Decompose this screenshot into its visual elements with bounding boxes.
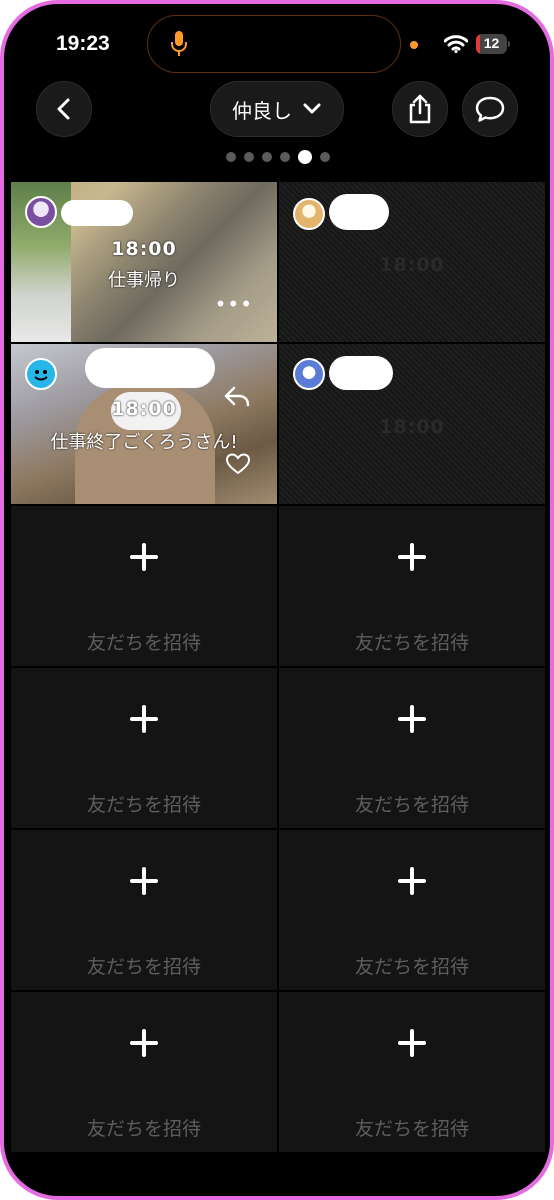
device-frame: 19:23 12 仲良し 18:00 仕事帰り ••• 18:00 18:00 …	[0, 0, 554, 1200]
invite-friend-button[interactable]: 友だちを招待	[11, 668, 277, 828]
share-button[interactable]	[392, 81, 448, 137]
invite-label: 友だちを招待	[86, 956, 201, 978]
post-caption: 仕事帰り	[108, 270, 180, 291]
invite-friend-button[interactable]: 友だちを招待	[11, 506, 277, 666]
page-dot[interactable]	[262, 152, 272, 162]
status-time: 19:23	[56, 32, 110, 55]
page-dot[interactable]	[244, 152, 254, 162]
invite-label: 友だちを招待	[86, 794, 201, 816]
invite-friend-button[interactable]: 友だちを招待	[279, 668, 545, 828]
share-icon	[409, 94, 431, 124]
redacted-username	[85, 348, 215, 388]
page-dot[interactable]	[280, 152, 290, 162]
plus-icon	[129, 542, 159, 572]
app-screen: 19:23 12 仲良し 18:00 仕事帰り ••• 18:00 18:00 …	[4, 4, 550, 1196]
post-grid: 18:00 仕事帰り ••• 18:00 18:00 仕事終了ごくろうさん! 1…	[11, 182, 545, 1152]
avatar[interactable]	[293, 198, 325, 230]
chat-button[interactable]	[462, 81, 518, 137]
invite-friend-button[interactable]: 友だちを招待	[279, 506, 545, 666]
back-button[interactable]	[36, 81, 92, 137]
post-card[interactable]: 18:00	[279, 182, 545, 342]
avatar[interactable]	[25, 196, 57, 228]
wifi-icon	[444, 35, 468, 53]
dynamic-island	[147, 15, 401, 73]
chat-bubble-icon	[475, 96, 505, 122]
plus-icon	[397, 866, 427, 896]
group-name: 仲良し	[232, 98, 292, 123]
page-dot-active[interactable]	[298, 150, 312, 164]
heart-icon[interactable]	[225, 452, 251, 476]
privacy-indicator-dot	[410, 41, 418, 49]
post-time: 18:00	[111, 238, 177, 260]
invite-friend-button[interactable]: 友だちを招待	[279, 992, 545, 1152]
redacted-username	[61, 200, 133, 226]
post-caption: 仕事終了ごくろうさん!	[50, 432, 238, 453]
post-time: 18:00	[379, 254, 445, 276]
invite-friend-button[interactable]: 友だちを招待	[11, 830, 277, 990]
chevron-down-icon	[303, 103, 321, 114]
plus-icon	[397, 542, 427, 572]
plus-icon	[397, 704, 427, 734]
invite-friend-button[interactable]: 友だちを招待	[11, 992, 277, 1152]
avatar-face-icon	[34, 370, 48, 381]
group-selector-button[interactable]: 仲良し	[210, 81, 344, 137]
redacted-username	[329, 194, 389, 230]
invite-friend-button[interactable]: 友だちを招待	[279, 830, 545, 990]
invite-label: 友だちを招待	[354, 956, 469, 978]
battery-icon: 12	[476, 34, 510, 54]
redacted-username	[329, 356, 393, 390]
microphone-icon	[171, 31, 187, 56]
invite-label: 友だちを招待	[86, 632, 201, 654]
battery-level: 12	[483, 35, 500, 51]
avatar[interactable]	[25, 358, 57, 390]
battery-cap	[508, 41, 510, 47]
post-card[interactable]: 18:00	[279, 344, 545, 504]
reply-icon[interactable]	[223, 384, 251, 410]
plus-icon	[129, 704, 159, 734]
page-dot[interactable]	[226, 152, 236, 162]
plus-icon	[397, 1028, 427, 1058]
invite-label: 友だちを招待	[354, 632, 469, 654]
page-indicator[interactable]	[226, 150, 330, 164]
invite-label: 友だちを招待	[354, 1118, 469, 1140]
chevron-left-icon	[57, 98, 70, 120]
post-card[interactable]: 18:00 仕事帰り •••	[11, 182, 277, 342]
post-time: 18:00	[379, 416, 445, 438]
more-options-icon[interactable]: •••	[215, 292, 253, 316]
page-dot[interactable]	[320, 152, 330, 162]
post-card[interactable]: 18:00 仕事終了ごくろうさん!	[11, 344, 277, 504]
invite-label: 友だちを招待	[354, 794, 469, 816]
plus-icon	[129, 1028, 159, 1058]
plus-icon	[129, 866, 159, 896]
invite-label: 友だちを招待	[86, 1118, 201, 1140]
avatar[interactable]	[293, 358, 325, 390]
